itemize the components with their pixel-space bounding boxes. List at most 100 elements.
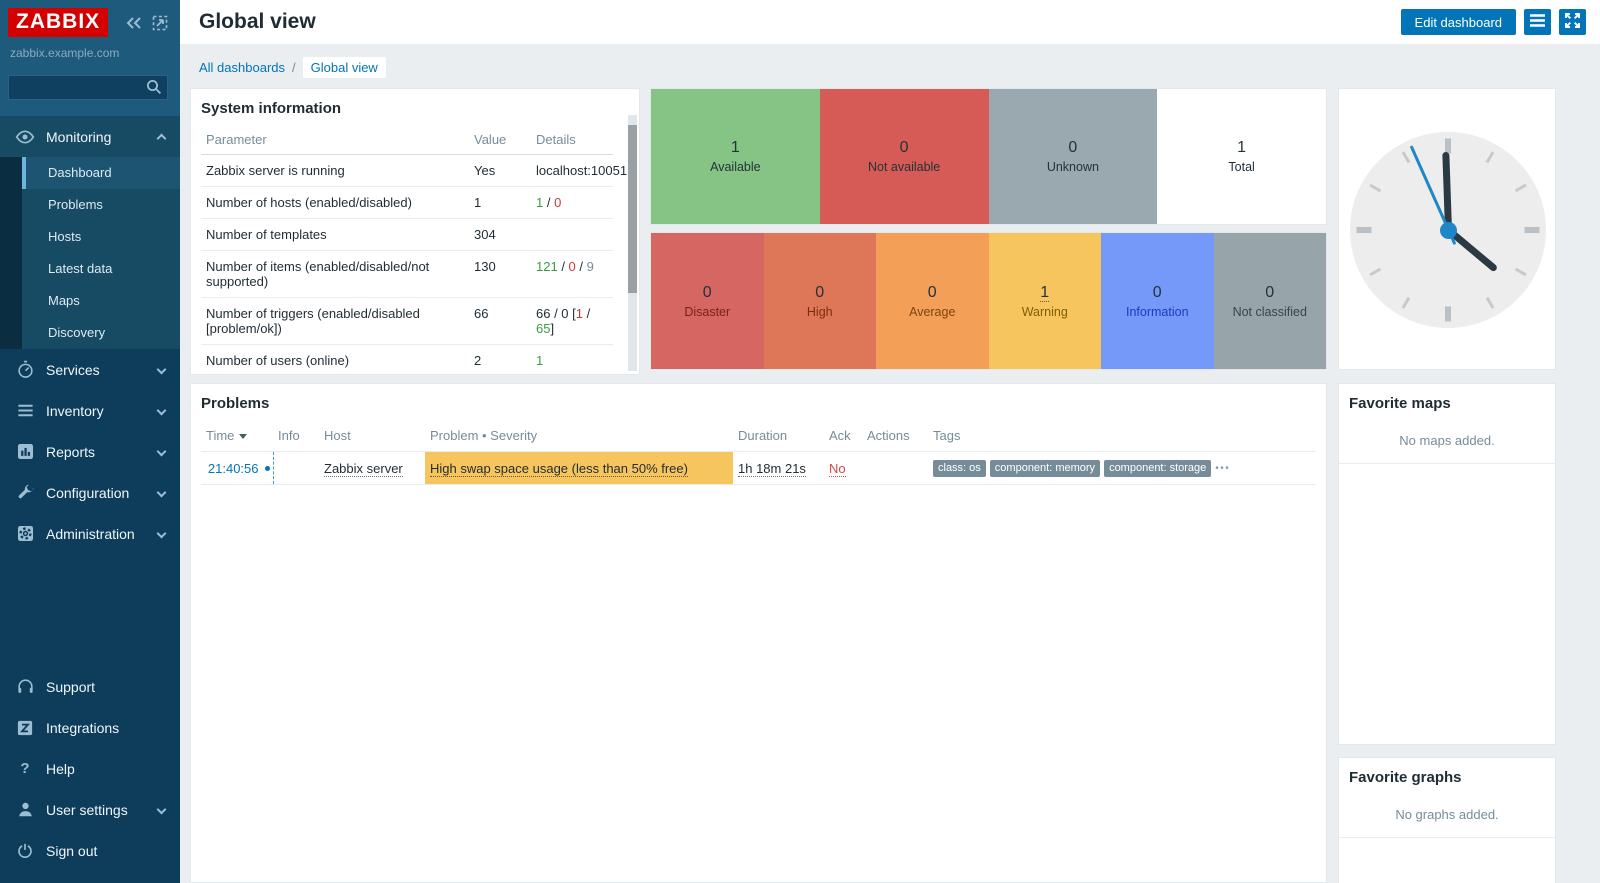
sidebar-section-monitoring: Monitoring DashboardProblemsHostsLatest …	[0, 116, 180, 349]
problem-actions-cell	[862, 452, 928, 485]
value-cell: 1	[469, 187, 531, 219]
chevron-down-icon	[157, 406, 167, 416]
sidebar-item-configuration[interactable]: Configuration	[0, 472, 180, 513]
sidebar-item-integrations[interactable]: Integrations	[0, 707, 180, 748]
sidebar-item-maps[interactable]: Maps	[22, 285, 180, 317]
details-cell: 1	[531, 345, 613, 376]
severity-cell-information: 0Information	[1101, 233, 1214, 369]
details-cell	[531, 219, 613, 251]
clock-tick	[1486, 151, 1495, 163]
favorite-maps-widget: Favorite maps No maps added.	[1338, 383, 1556, 745]
more-tags-link[interactable]: •••	[1215, 463, 1230, 474]
sidebar-item-help[interactable]: ? Help	[0, 748, 180, 789]
count-link[interactable]: 1	[1040, 284, 1049, 302]
table-row: Zabbix server is runningYeslocalhost:100…	[201, 155, 613, 187]
search-input[interactable]	[8, 75, 168, 100]
zabbix-logo[interactable]: ZABBIX	[8, 8, 108, 37]
search-icon[interactable]	[146, 79, 162, 100]
chevron-down-icon	[157, 805, 167, 815]
duration-link[interactable]: 1h 18m 21s	[738, 461, 806, 477]
column-header-ack[interactable]: Ack	[824, 420, 862, 452]
scrollbar-track[interactable]	[628, 115, 637, 371]
problem-link[interactable]: High swap space usage (less than 50% fre…	[430, 461, 688, 477]
zabbix-app: ZABBIX zabbix.example.com Monitor	[0, 0, 1600, 883]
severity-cell-warning: 1Warning	[989, 233, 1102, 369]
collapse-sidebar-icon[interactable]	[126, 16, 142, 30]
column-header: Details	[531, 125, 613, 155]
chevron-down-icon	[157, 529, 167, 539]
sidebar: ZABBIX zabbix.example.com Monitor	[0, 0, 180, 883]
breadcrumb: All dashboards / Global view	[199, 57, 386, 78]
power-icon	[13, 842, 37, 860]
column-header-duration[interactable]: Duration	[733, 420, 824, 452]
count: 0	[1153, 284, 1162, 302]
question-icon: ?	[13, 760, 37, 777]
column-header-host[interactable]: Host	[319, 420, 425, 452]
sidebar-item-user-settings[interactable]: User settings	[0, 789, 180, 830]
severity-cell-average: 0Average	[876, 233, 989, 369]
kiosk-mode-icon[interactable]	[152, 15, 168, 31]
value-cell: 66	[469, 298, 531, 345]
breadcrumb-all-dashboards[interactable]: All dashboards	[199, 60, 285, 75]
column-header-problem-severity[interactable]: Problem • Severity	[425, 420, 733, 452]
user-icon	[13, 800, 37, 819]
sidebar-item-administration[interactable]: Administration	[0, 513, 180, 554]
cell-label: Not classified	[1233, 305, 1307, 319]
sidebar-item-services[interactable]: Services	[0, 349, 180, 390]
clock-center-pin	[1440, 222, 1457, 239]
system-information-table: ParameterValueDetails Zabbix server is r…	[201, 125, 613, 375]
z-square-icon	[13, 719, 37, 737]
hamburger-icon	[1530, 14, 1545, 30]
column-header-tags[interactable]: Tags	[928, 420, 1316, 452]
column-header-actions[interactable]: Actions	[862, 420, 928, 452]
tag-badge[interactable]: class: os	[933, 460, 986, 477]
table-row: Number of items (enabled/disabled/not su…	[201, 251, 613, 298]
dashboard-menu-button[interactable]	[1524, 9, 1551, 35]
column-header-time[interactable]: Time	[201, 420, 273, 452]
sidebar-item-reports[interactable]: Reports	[0, 431, 180, 472]
parameter-cell: Number of templates	[201, 219, 469, 251]
sidebar-item-hosts[interactable]: Hosts	[22, 221, 180, 253]
ack-link[interactable]: No	[829, 461, 846, 477]
sidebar-header: ZABBIX zabbix.example.com	[0, 0, 180, 116]
breadcrumb-current[interactable]: Global view	[303, 57, 386, 78]
clock-tick	[1402, 151, 1411, 163]
sidebar-item-monitoring[interactable]: Monitoring	[0, 116, 180, 157]
sidebar-section-administration: Administration	[0, 513, 180, 554]
list-icon	[13, 401, 37, 420]
cell-label: Not available	[868, 160, 940, 174]
count: 0	[928, 284, 937, 302]
clock-tick	[1369, 268, 1381, 277]
stopwatch-icon	[13, 360, 37, 379]
sidebar-item-latest-data[interactable]: Latest data	[22, 253, 180, 285]
page-title: Global view	[199, 10, 316, 34]
sidebar-item-problems[interactable]: Problems	[22, 189, 180, 221]
sidebar-item-support[interactable]: Support	[0, 666, 180, 707]
problem-name-cell: High swap space usage (less than 50% fre…	[425, 452, 733, 485]
clock-tick	[1525, 227, 1540, 233]
sidebar-item-sign-out[interactable]: Sign out	[0, 830, 180, 871]
sidebar-item-discovery[interactable]: Discovery	[22, 317, 180, 349]
fullscreen-button[interactable]	[1559, 9, 1586, 35]
chevron-up-icon	[157, 134, 167, 144]
sidebar-item-dashboard[interactable]: Dashboard	[22, 157, 180, 189]
bar-chart-icon	[13, 442, 37, 461]
chevron-down-icon	[157, 365, 167, 375]
count[interactable]: 1	[1040, 284, 1049, 302]
tag-badge[interactable]: component: memory	[990, 460, 1100, 477]
cell-label: Total	[1228, 160, 1254, 174]
host-link[interactable]: Zabbix server	[324, 461, 403, 477]
tag-badge[interactable]: component: storage	[1104, 460, 1211, 477]
sidebar-section-configuration: Configuration	[0, 472, 180, 513]
headset-icon	[13, 677, 37, 696]
sidebar-item-inventory[interactable]: Inventory	[0, 390, 180, 431]
column-header-info[interactable]: Info	[273, 420, 319, 452]
dashboard-content: All dashboards / Global view System info…	[180, 44, 1600, 883]
availability-cell-available: 1Available	[651, 89, 820, 224]
problem-time-link[interactable]: 21:40:56	[201, 452, 273, 485]
scrollbar-thumb[interactable]	[628, 125, 637, 293]
host-availability-widget: 1Available0Not available0Unknown1Total	[650, 88, 1327, 225]
gear-icon	[13, 524, 37, 543]
widget-title-problems: Problems	[201, 395, 1316, 412]
edit-dashboard-button[interactable]: Edit dashboard	[1401, 9, 1516, 35]
